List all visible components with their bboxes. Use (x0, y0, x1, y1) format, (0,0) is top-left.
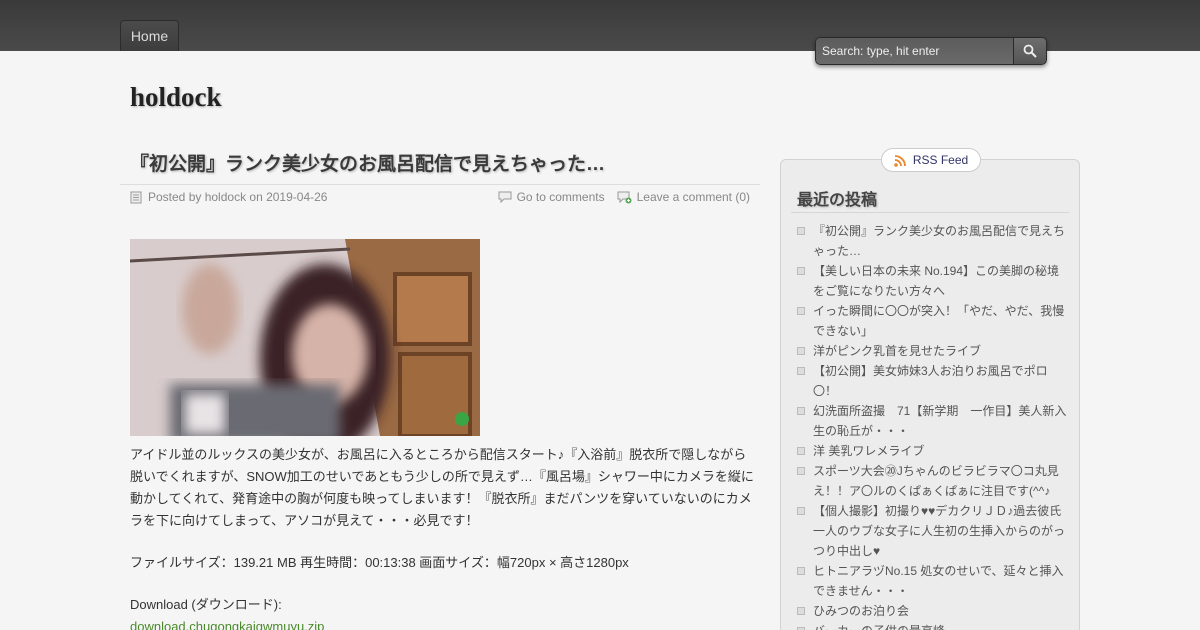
bullet-icon (797, 347, 805, 355)
nav-home-tab[interactable]: Home (120, 20, 179, 51)
recent-post-item[interactable]: バーカーの子供の最高峰 (797, 621, 1067, 630)
go-to-comments-link[interactable]: Go to comments (498, 190, 605, 204)
rss-feed-label: RSS Feed (912, 153, 969, 167)
leave-comment-link[interactable]: Leave a comment (0) (617, 190, 750, 204)
bullet-icon (797, 607, 805, 615)
bullet-icon (797, 307, 805, 315)
thumbnail-photo (130, 239, 480, 436)
search-button[interactable] (1013, 37, 1047, 65)
recent-post-item[interactable]: 【初公開】美女姉妹3人お泊りお風呂でポロ〇！ (797, 361, 1067, 401)
add-comment-icon (617, 191, 632, 203)
search-form (815, 37, 1047, 65)
post-thumbnail-image[interactable] (130, 239, 480, 436)
post-body: アイドル並のルックスの美少女が、お風呂に入るところから配信スタート♪『入浴前』脱… (130, 444, 755, 630)
recent-post-item[interactable]: 洋がピンク乳首を見せたライブ (797, 341, 1067, 361)
recent-post-item[interactable]: ヒトニアラヅNo.15 処女のせいで、延々と挿入できません・・・ (797, 561, 1067, 601)
download-link[interactable]: download.chugongkaigwmuyu.zip (130, 619, 324, 630)
recent-post-item[interactable]: イった瞬間に〇〇が突入！「やだ、やだ、我慢できない」 (797, 301, 1067, 341)
post-file-info: ファイルサイズ：139.21 MB 再生時間：00:13:38 画面サイズ：幅7… (130, 555, 629, 570)
go-to-comments-label: Go to comments (516, 190, 605, 204)
download-label: Download (ダウンロード): (130, 597, 282, 612)
recent-post-item[interactable]: 『初公開』ランク美少女のお風呂配信で見えちゃった… (797, 221, 1067, 261)
post-article: 『初公開』ランク美少女のお風呂配信で見えちゃった… Posted by hold… (120, 148, 760, 630)
recent-post-item[interactable]: 【美しい日本の未来 No.194】この美脚の秘境をご覧になりたい方々へ (797, 261, 1067, 301)
bullet-icon (797, 367, 805, 375)
bullet-icon (797, 267, 805, 275)
site-title[interactable]: holdock (130, 82, 222, 113)
bullet-icon (797, 467, 805, 475)
bullet-icon (797, 507, 805, 515)
rss-feed-link[interactable]: RSS Feed (881, 148, 981, 172)
comment-icon (498, 191, 512, 203)
post-meta-posted: Posted by holdock on 2019-04-26 (148, 190, 328, 204)
bullet-icon (797, 567, 805, 575)
recent-post-item[interactable]: ひみつのお泊り会 (797, 601, 1067, 621)
bullet-icon (797, 447, 805, 455)
post-meta: Posted by holdock on 2019-04-26 Go to co… (120, 184, 760, 208)
search-input[interactable] (815, 37, 1013, 65)
recent-posts-title: 最近の投稿 (797, 192, 878, 209)
sidebar-widget: RSS Feed 最近の投稿 『初公開』ランク美少女のお風呂配信で見えちゃった…… (780, 148, 1080, 630)
rss-icon (894, 154, 906, 167)
bullet-icon (797, 227, 805, 235)
recent-post-item[interactable]: 【個人撮影】初撮り♥♥デカクリＪＤ♪過去彼氏一人のウブな女子に人生初の生挿入から… (797, 501, 1067, 561)
bullet-icon (797, 407, 805, 415)
recent-posts-list: 『初公開』ランク美少女のお風呂配信で見えちゃった… 【美しい日本の未来 No.1… (797, 221, 1067, 630)
post-author-icon (130, 191, 142, 203)
widget-divider (791, 212, 1069, 213)
post-description: アイドル並のルックスの美少女が、お風呂に入るところから配信スタート♪『入浴前』脱… (130, 447, 754, 528)
magnifier-icon (1023, 44, 1037, 58)
recent-post-item[interactable]: 幻洗面所盗撮 71【新学期 一作目】美人新入生の恥丘が・・・ (797, 401, 1067, 441)
leave-comment-label: Leave a comment (0) (636, 190, 750, 204)
post-title[interactable]: 『初公開』ランク美少女のお風呂配信で見えちゃった… (120, 148, 760, 184)
recent-post-item[interactable]: スポーツ大会⑳Jちゃんのビラビラマ〇コ丸見え！！ア〇ルのくぱぁくぱぁに注目です(… (797, 461, 1067, 501)
recent-post-item[interactable]: 洋 美乳ワレメライブ (797, 441, 1067, 461)
